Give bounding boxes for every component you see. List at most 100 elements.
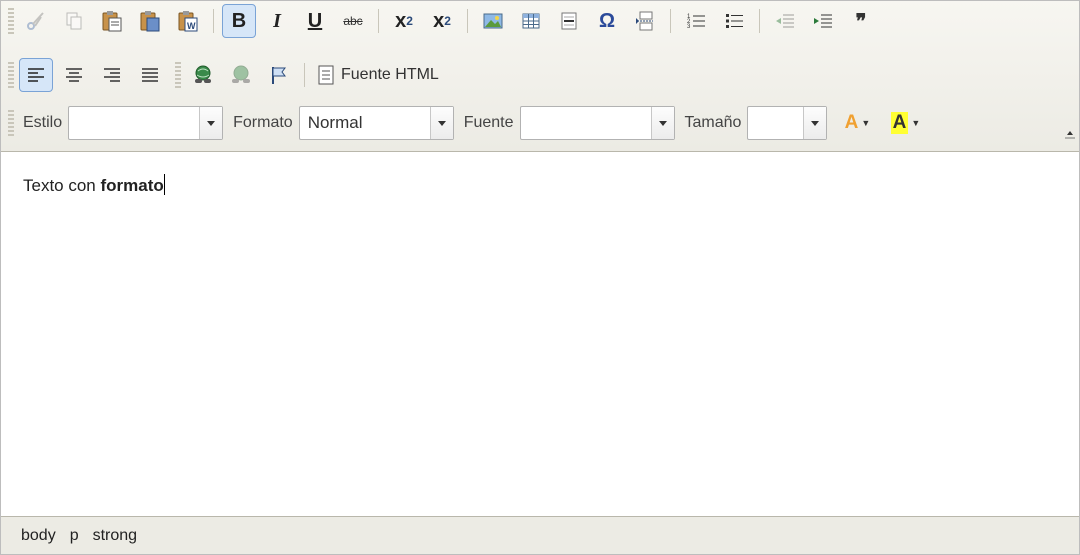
align-left-icon	[28, 68, 44, 82]
numbered-list-icon: 123	[687, 14, 705, 30]
blockquote-icon: ❞	[855, 10, 867, 33]
outdent-button[interactable]	[768, 4, 802, 38]
separator	[213, 9, 214, 33]
paste-button[interactable]	[95, 4, 129, 38]
text-color-icon: A	[844, 112, 859, 133]
svg-text:3: 3	[687, 24, 691, 30]
source-html-button[interactable]: Fuente HTML	[311, 60, 445, 90]
toolbar-grip[interactable]	[8, 8, 14, 34]
element-path-bar: body p strong	[1, 516, 1079, 554]
bold-button[interactable]: B	[222, 4, 256, 38]
separator	[759, 9, 760, 33]
chevron-down-icon[interactable]	[429, 107, 453, 139]
toolbar-grip[interactable]	[8, 62, 14, 88]
toolbar-row-3: Estilo Formato Normal Fuente Tamaño A ▼ …	[1, 105, 929, 141]
size-select-value	[748, 107, 803, 139]
size-select[interactable]	[747, 106, 828, 140]
font-select[interactable]	[519, 106, 675, 140]
paste-text-button[interactable]	[133, 4, 167, 38]
align-right-button[interactable]	[95, 58, 129, 92]
align-left-button[interactable]	[19, 58, 53, 92]
paste-word-button[interactable]: W	[171, 4, 205, 38]
subscript-button[interactable]: x2	[387, 4, 421, 38]
italic-button[interactable]: I	[260, 4, 294, 38]
editor-toolbar: W B I U abc x2 x2 Ω 1 2 3 ❞ Fuente HTML …	[1, 1, 1079, 152]
format-label: Formato	[233, 114, 293, 131]
special-char-button[interactable]: Ω	[590, 4, 624, 38]
unlink-button[interactable]	[224, 58, 258, 92]
style-label: Estilo	[23, 114, 63, 131]
numbered-list-button[interactable]: 123	[679, 4, 713, 38]
style-select[interactable]	[68, 106, 224, 140]
indent-icon	[814, 14, 832, 28]
separator	[467, 9, 468, 33]
horizontal-line-icon	[561, 12, 577, 30]
toolbar-grip	[175, 62, 181, 88]
strikethrough-label: abc	[343, 14, 363, 28]
bulleted-list-icon	[726, 14, 743, 28]
chevron-down-icon[interactable]	[650, 107, 674, 139]
source-html-label: Fuente HTML	[341, 66, 439, 83]
collapse-toolbar-icon[interactable]	[1065, 119, 1075, 139]
page-break-button[interactable]	[628, 4, 662, 38]
text-color-button[interactable]: A ▼	[835, 106, 879, 140]
strikethrough-button[interactable]: abc	[336, 4, 370, 38]
caret-down-icon: ▼	[861, 118, 871, 128]
omega-icon: Ω	[598, 9, 616, 32]
toolbar-grip[interactable]	[8, 110, 14, 136]
indent-button[interactable]	[806, 4, 840, 38]
table-icon	[522, 13, 540, 29]
toolbar-row-1: W B I U abc x2 x2 Ω 1 2 3 ❞	[1, 3, 880, 39]
link-button[interactable]	[186, 58, 220, 92]
page-break-icon	[636, 11, 653, 31]
chevron-down-icon[interactable]	[803, 107, 827, 139]
align-right-icon	[104, 68, 120, 82]
underline-label: U	[307, 9, 323, 32]
paste-word-icon: W	[178, 11, 198, 32]
blockquote-button[interactable]: ❞	[844, 4, 878, 38]
cut-icon	[27, 12, 44, 30]
justify-button[interactable]	[133, 58, 167, 92]
format-select-value: Normal	[307, 113, 363, 132]
separator	[378, 9, 379, 33]
path-item-strong[interactable]: strong	[93, 527, 137, 545]
style-select-value	[69, 107, 199, 139]
editor-content-area[interactable]: Texto con formato	[1, 152, 1079, 516]
copy-icon	[66, 12, 82, 30]
justify-icon	[142, 68, 158, 82]
underline-button[interactable]: U	[298, 4, 332, 38]
copy-button[interactable]	[57, 4, 91, 38]
superscript-button[interactable]: x2	[425, 4, 459, 38]
subscript-base: x	[395, 9, 407, 32]
path-item-p[interactable]: p	[70, 527, 79, 545]
format-select[interactable]: Normal	[298, 106, 454, 140]
table-button[interactable]	[514, 4, 548, 38]
rich-text-editor: W B I U abc x2 x2 Ω 1 2 3 ❞ Fuente HTML …	[0, 0, 1080, 555]
align-center-button[interactable]	[57, 58, 91, 92]
anchor-button[interactable]	[262, 58, 296, 92]
caret-down-icon: ▼	[911, 118, 921, 128]
source-document-icon	[318, 65, 334, 85]
bulleted-list-button[interactable]	[717, 4, 751, 38]
font-select-value	[521, 107, 651, 139]
path-item-body[interactable]: body	[21, 527, 56, 545]
image-icon	[483, 13, 503, 29]
background-color-button[interactable]: A ▼	[883, 106, 927, 140]
chevron-down-icon[interactable]	[199, 107, 223, 139]
italic-label: I	[273, 9, 281, 32]
cut-button[interactable]	[19, 4, 53, 38]
size-label: Tamaño	[684, 114, 742, 131]
separator	[670, 9, 671, 33]
superscript-base: x	[433, 9, 445, 32]
align-center-icon	[66, 68, 82, 82]
image-button[interactable]	[476, 4, 510, 38]
bold-text: formato	[100, 176, 164, 195]
superscript-label: 2	[444, 14, 451, 28]
horizontal-line-button[interactable]	[552, 4, 586, 38]
plain-text: Texto con	[23, 176, 101, 195]
link-icon	[195, 65, 211, 83]
text-cursor	[163, 174, 165, 195]
paste-icon	[102, 11, 122, 32]
background-color-icon: A	[890, 112, 909, 134]
bold-label: B	[231, 9, 247, 32]
